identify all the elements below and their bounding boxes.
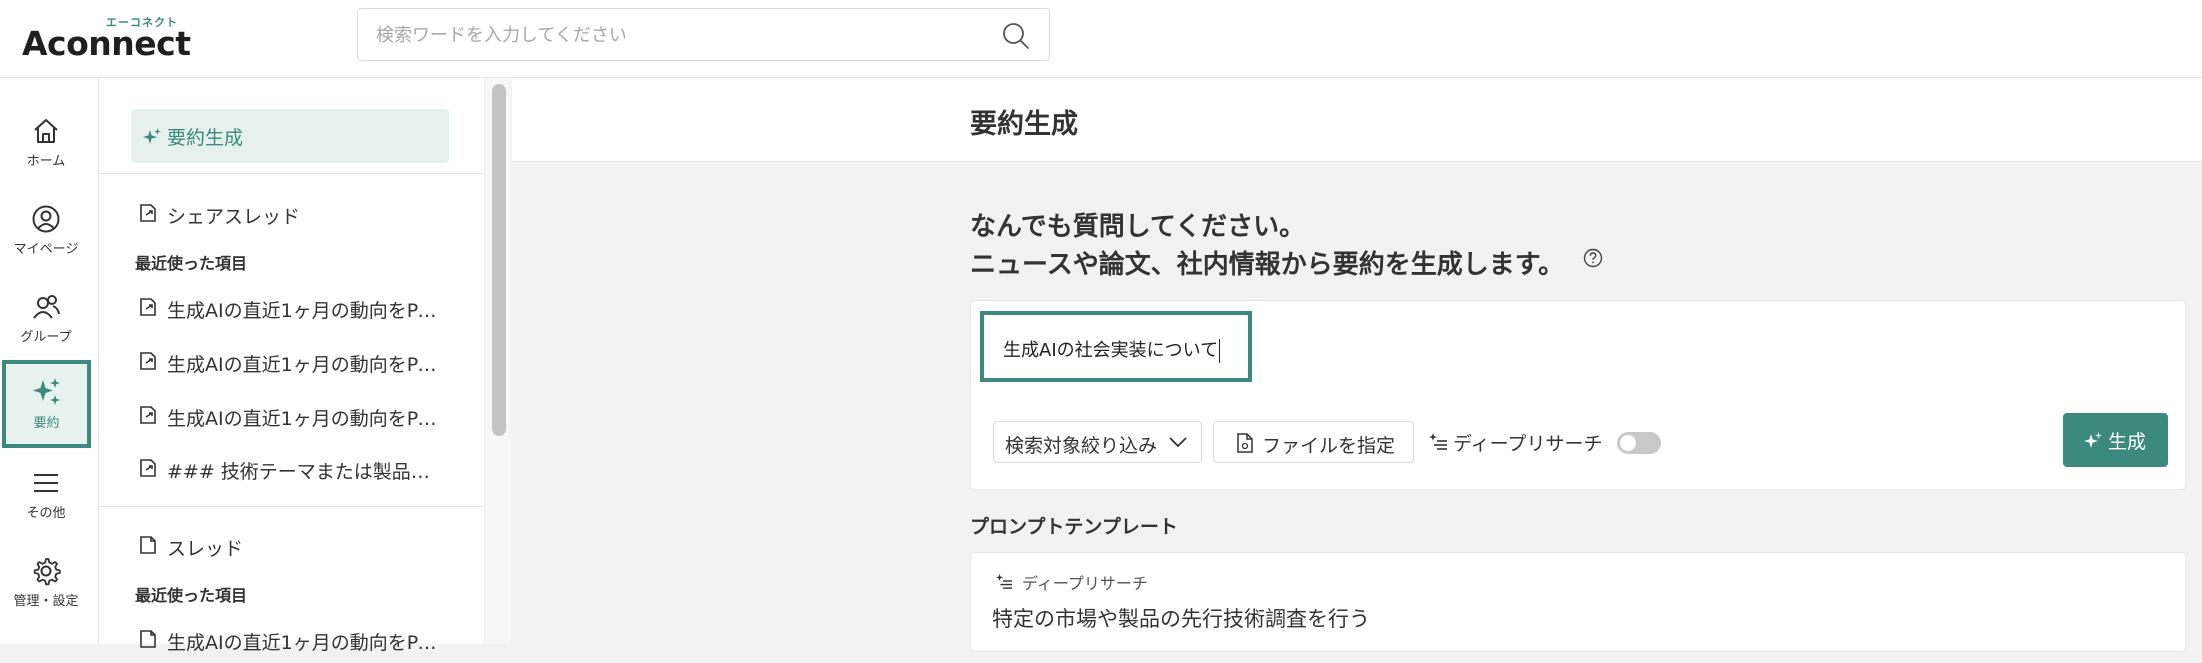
menu-icon (34, 474, 58, 492)
chevron-down-icon (1169, 437, 1187, 448)
gear-icon (33, 558, 61, 586)
sidebar-item-label: 要約生成 (167, 127, 244, 149)
recent-item-label: 生成AIの直近1ヶ月の動向をPowerPoint (167, 408, 437, 430)
prompt-value: 生成AIの社会実装について (1003, 340, 1219, 361)
rail-label: 管理・設定 (13, 594, 79, 609)
rail-label: ホーム (26, 154, 66, 169)
recent-item-label: ### 技術テーマまたは製品アイデア (167, 461, 437, 483)
deep-research-icon (996, 573, 1012, 589)
thread-icon (140, 630, 156, 648)
group-icon (33, 295, 60, 319)
rail-item-summary[interactable]: 要約 (2, 360, 91, 448)
text-caret (1219, 339, 1221, 363)
select-file-button[interactable]: ファイルを指定 (1213, 421, 1414, 463)
sidebar-item-label: スレッド (167, 538, 244, 560)
home-icon (34, 119, 58, 143)
sparkle-icon (32, 378, 60, 405)
rail-item-home[interactable]: ホーム (0, 100, 92, 188)
recent-share-item[interactable]: 生成AIの直近1ヶ月の動向をPowerPoint (137, 399, 437, 439)
recent-label: 最近使った項目 (135, 254, 248, 273)
deep-research-icon (1429, 433, 1447, 450)
deep-research-toggle[interactable] (1617, 432, 1661, 454)
rail-item-mypage[interactable]: マイページ (0, 188, 92, 276)
rail-item-other[interactable]: その他 (0, 452, 92, 540)
summary-sidebar: 要約生成 シェアスレッド 最近使った項目 生成AIの直近1ヶ月の動向をPower… (99, 78, 511, 654)
rail-label: マイページ (13, 242, 79, 257)
share-thread-icon (140, 406, 156, 424)
generate-button[interactable]: 生成 (2063, 413, 2168, 467)
template-title: 特定の市場や製品の先行技術調査を行う (992, 607, 1370, 631)
file-label: ファイルを指定 (1262, 435, 1396, 457)
templates-heading: プロンプトテンプレート (970, 516, 1178, 538)
page-title: 要約生成 (970, 109, 1078, 140)
search-input[interactable] (374, 19, 974, 51)
recent-item-label: 生成AIの直近1ヶ月の動向をPowerPoint (167, 300, 437, 322)
sparkle-icon (143, 128, 161, 144)
sidebar-item-share-thread[interactable]: シェアスレッド (137, 197, 437, 237)
recent-label: 最近使った項目 (135, 586, 248, 605)
divider (99, 506, 483, 507)
template-tag: ディープリサーチ (1022, 574, 1148, 593)
share-thread-icon (140, 352, 156, 370)
file-icon (1237, 433, 1253, 453)
global-search (357, 8, 1050, 61)
filter-label: 検索対象絞り込み (1005, 435, 1158, 457)
recent-share-item[interactable]: 生成AIの直近1ヶ月の動向をPowerPoint (137, 291, 437, 331)
main-content: 要約生成 なんでも質問してください。 ニュースや論文、社内情報から要約を生成しま… (512, 78, 2202, 652)
recent-thread-item[interactable]: 生成AIの直近1ヶ月の動向をPowerPoint (137, 623, 437, 663)
search-filter-dropdown[interactable]: 検索対象絞り込み (993, 421, 1202, 463)
app-header: エーコネクト Aconnect (0, 0, 2202, 78)
template-card[interactable]: ディープリサーチ 特定の市場や製品の先行技術調査を行う (970, 552, 2186, 652)
logo-text: Aconnect (22, 24, 191, 63)
search-icon[interactable] (1001, 21, 1031, 51)
share-thread-icon (140, 298, 156, 316)
icon-rail: ホーム マイページ グループ 要約 その他 管理・設定 (0, 78, 99, 644)
generate-label: 生成 (2108, 431, 2147, 453)
recent-share-item[interactable]: ### 技術テーマまたは製品アイデア (137, 452, 437, 492)
share-thread-icon (140, 459, 156, 477)
share-thread-icon (140, 204, 156, 222)
sparkle-icon (2084, 432, 2102, 448)
sidebar-item-summary-generate[interactable]: 要約生成 (131, 109, 449, 163)
recent-item-label: 生成AIの直近1ヶ月の動向をPowerPoint (167, 632, 437, 654)
rail-item-group[interactable]: グループ (0, 276, 92, 364)
deep-research-label: ディープリサーチ (1453, 433, 1603, 455)
title-bar: 要約生成 (512, 78, 2202, 162)
prompt-text: 生成AIの社会実装について (1003, 336, 1221, 363)
rail-item-settings[interactable]: 管理・設定 (0, 540, 92, 628)
prompt-input[interactable]: 生成AIの社会実装について (980, 311, 1252, 382)
rail-label: 要約 (33, 416, 60, 431)
intro-line-1: なんでも質問してください。 (970, 212, 1306, 242)
sidebar-item-label: シェアスレッド (167, 206, 301, 228)
rail-label: グループ (20, 330, 72, 345)
rail-label: その他 (26, 506, 66, 521)
thread-icon (140, 536, 156, 554)
sidebar-item-thread[interactable]: スレッド (137, 529, 437, 569)
divider (99, 173, 483, 174)
intro-line-2: ニュースや論文、社内情報から要約を生成します。 (970, 250, 1565, 280)
help-icon[interactable] (1583, 248, 1603, 268)
sidebar-scrollbar[interactable] (484, 78, 511, 644)
scrollbar-thumb[interactable] (492, 84, 506, 436)
recent-item-label: 生成AIの直近1ヶ月の動向をPowerPoint (167, 354, 437, 376)
aconnect-logo[interactable]: エーコネクト Aconnect (22, 12, 192, 63)
user-circle-icon (32, 205, 60, 233)
compose-panel: 生成AIの社会実装について 検索対象絞り込み ファイルを指定 ディープリサーチ (970, 300, 2186, 490)
recent-share-item[interactable]: 生成AIの直近1ヶ月の動向をPowerPoint (137, 345, 437, 385)
